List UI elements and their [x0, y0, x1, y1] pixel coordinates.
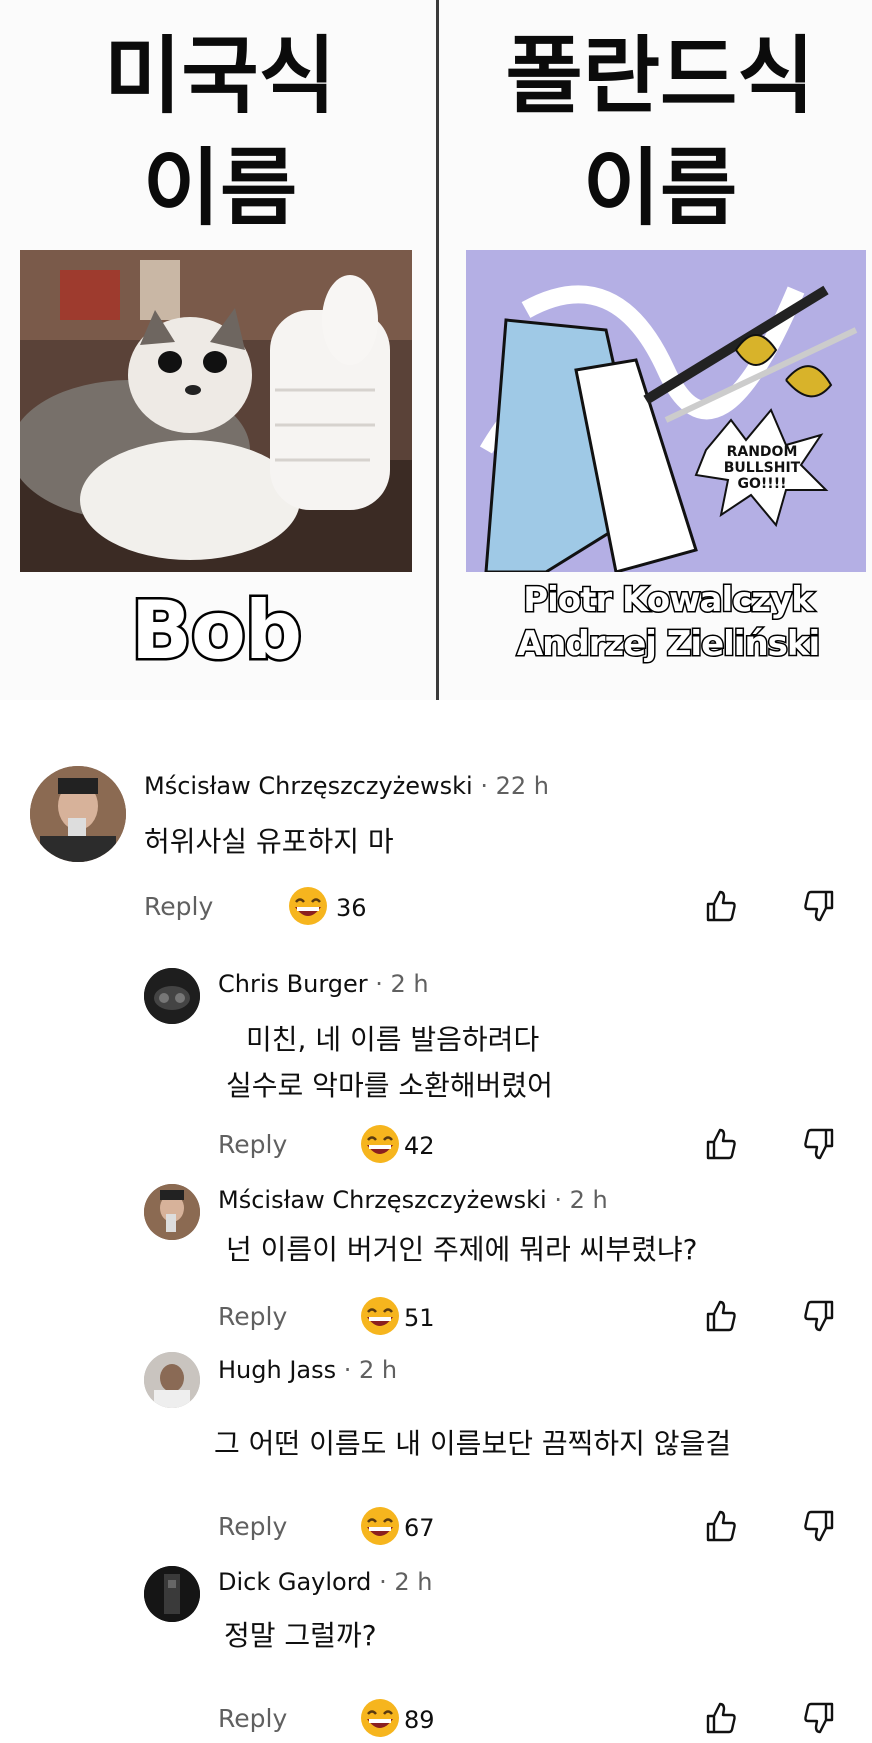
reaction-count: 51: [404, 1304, 435, 1332]
comment-actions: Reply 42: [218, 1124, 848, 1168]
comment-text: 그 어떤 이름도 내 이름보단 끔찍하지 않을걸: [214, 1427, 732, 1460]
left-title-line2: 이름: [142, 139, 298, 237]
comment-text-line2: 실수로 악마를 소환해버렸어: [226, 1069, 553, 1102]
reply-button[interactable]: Reply: [218, 1704, 287, 1733]
reply-button[interactable]: Reply: [218, 1130, 287, 1159]
right-title-line2: 이름: [582, 139, 738, 237]
cat-thumbs-up-image: [20, 250, 412, 572]
reply-comment: Dick Gaylord · 2 h 정말 그럴까? Reply 89: [0, 1562, 872, 1743]
comment-actions: Reply 67: [218, 1506, 848, 1550]
like-icon[interactable]: [702, 1126, 738, 1162]
comment-actions: Reply 89: [218, 1698, 848, 1742]
author-name[interactable]: Dick Gaylord: [218, 1568, 371, 1596]
right-caption-line2: Andrzej Zieliński: [515, 623, 821, 666]
right-title: 폴란드식 이름: [460, 20, 860, 244]
reaction-count: 42: [404, 1132, 435, 1160]
meme-divider: [436, 0, 439, 700]
separator-dot: ·: [554, 1186, 570, 1214]
grinning-emoji-icon: [361, 1297, 399, 1335]
author-name[interactable]: Mścisław Chrzęszczyżewski: [144, 772, 473, 800]
left-title-line1: 미국식: [104, 27, 336, 125]
right-caption-line1: Piotr Kowalczyk: [522, 579, 816, 622]
comic-swords-image: RANDOM BULLSHIT GO!!!!: [466, 250, 866, 572]
comment-time: 2 h: [359, 1356, 398, 1384]
like-icon[interactable]: [702, 888, 738, 924]
comment-author[interactable]: Mścisław Chrzęszczyżewski · 22 h: [144, 772, 549, 800]
reaction-count: 36: [336, 894, 367, 922]
grinning-emoji-icon: [289, 887, 327, 925]
comment: Mścisław Chrzęszczyżewski · 22 h 허위사실 유포…: [0, 760, 872, 960]
comment-author[interactable]: Mścisław Chrzęszczyżewski · 2 h: [218, 1186, 608, 1214]
right-title-line1: 폴란드식: [505, 27, 815, 125]
comic-bubble-line1: RANDOM: [727, 444, 798, 460]
author-name[interactable]: Hugh Jass: [218, 1356, 336, 1384]
right-caption: Piotr Kowalczyk Andrzej Zieliński: [470, 578, 866, 666]
avatar[interactable]: [30, 766, 126, 862]
separator-dot: ·: [343, 1356, 360, 1384]
comment-actions: Reply 36: [144, 886, 844, 930]
reply-button[interactable]: Reply: [218, 1512, 287, 1541]
avatar[interactable]: [144, 1184, 200, 1240]
reply-comment: Chris Burger · 2 h 미친, 네 이름 발음하려다 실수로 악마…: [0, 964, 872, 1176]
reply-button[interactable]: Reply: [144, 892, 213, 921]
separator-dot: ·: [480, 772, 496, 800]
avatar[interactable]: [144, 968, 200, 1024]
left-caption: Bob: [128, 582, 304, 680]
comment-text: 허위사실 유포하지 마: [144, 825, 394, 858]
dislike-icon[interactable]: [802, 1126, 838, 1162]
author-name[interactable]: Chris Burger: [218, 970, 368, 998]
dislike-icon[interactable]: [802, 1508, 838, 1544]
author-name[interactable]: Mścisław Chrzęszczyżewski: [218, 1186, 547, 1214]
comment-time: 2 h: [390, 970, 429, 998]
like-icon[interactable]: [702, 1700, 738, 1736]
comment-author[interactable]: Hugh Jass · 2 h: [218, 1356, 397, 1384]
like-icon[interactable]: [702, 1508, 738, 1544]
left-title: 미국식 이름: [20, 20, 420, 244]
grinning-emoji-icon: [361, 1699, 399, 1737]
reply-comment: Hugh Jass · 2 h 그 어떤 이름도 내 이름보단 끔찍하지 않을걸…: [0, 1350, 872, 1560]
separator-dot: ·: [379, 1568, 395, 1596]
comment-time: 22 h: [495, 772, 550, 800]
dislike-icon[interactable]: [802, 1700, 838, 1736]
avatar[interactable]: [144, 1566, 200, 1622]
reply-button[interactable]: Reply: [218, 1302, 287, 1331]
reply-comment: Mścisław Chrzęszczyżewski · 2 h 넌 이름이 버거…: [0, 1180, 872, 1350]
comic-bubble-line3: GO!!!!: [738, 476, 787, 492]
comment-text: 정말 그럴까?: [224, 1619, 377, 1652]
grinning-emoji-icon: [361, 1507, 399, 1545]
separator-dot: ·: [375, 970, 391, 998]
comment-actions: Reply 51: [218, 1296, 848, 1340]
reaction-count: 67: [404, 1514, 435, 1542]
reaction-count: 89: [404, 1706, 435, 1734]
dislike-icon[interactable]: [802, 888, 838, 924]
dislike-icon[interactable]: [802, 1298, 838, 1334]
comment-text-line1: 미친, 네 이름 발음하려다: [246, 1023, 540, 1056]
comment-time: 2 h: [394, 1568, 433, 1596]
comment-author[interactable]: Chris Burger · 2 h: [218, 970, 429, 998]
comment-time: 2 h: [569, 1186, 608, 1214]
comment-text: 넌 이름이 버거인 주제에 뭐라 씨부렸냐?: [226, 1233, 698, 1266]
grinning-emoji-icon: [361, 1125, 399, 1163]
like-icon[interactable]: [702, 1298, 738, 1334]
comic-bubble-line2: BULLSHIT: [724, 460, 801, 476]
meme-image: 미국식 이름 폴란드식 이름 RANDOM BULLSHIT GO!!!! Bo…: [0, 0, 872, 700]
avatar[interactable]: [144, 1352, 200, 1408]
comment-author[interactable]: Dick Gaylord · 2 h: [218, 1568, 432, 1596]
